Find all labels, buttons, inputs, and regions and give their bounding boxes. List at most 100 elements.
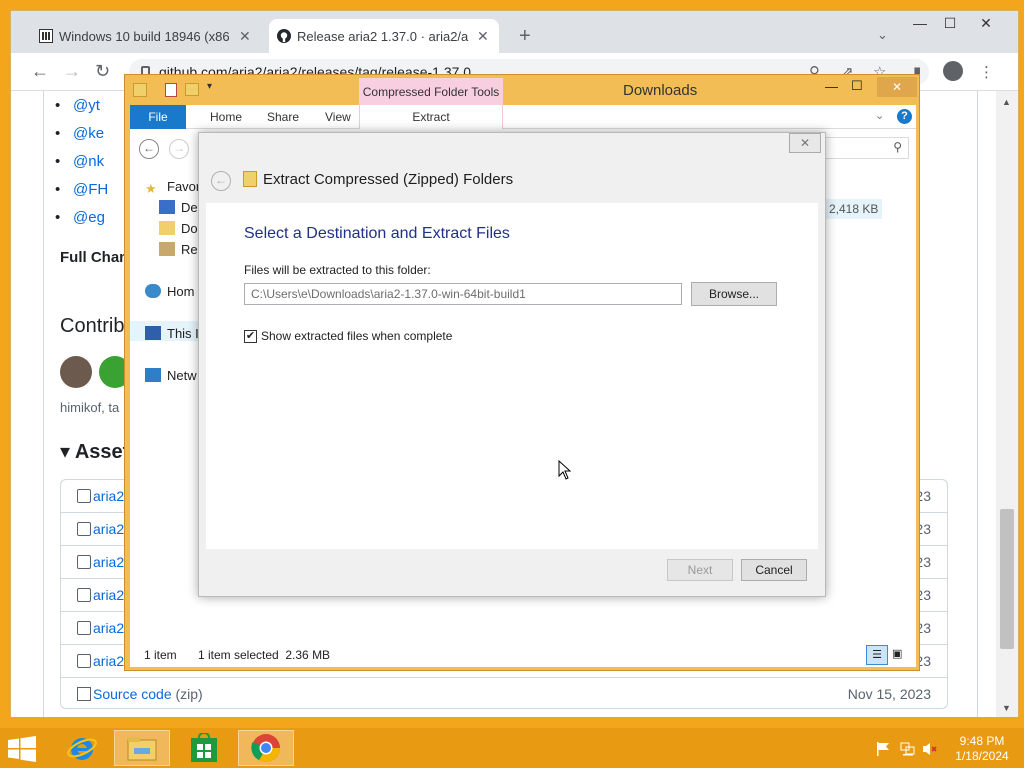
nav-label: Favor — [167, 179, 201, 194]
properties-icon[interactable] — [165, 83, 177, 97]
back-arrow-icon[interactable]: ← — [139, 139, 159, 159]
package-icon — [77, 621, 91, 635]
expand-ribbon-chevron-icon[interactable]: ⌄ — [875, 109, 884, 122]
forward-arrow-icon[interactable]: → — [63, 61, 81, 82]
maximize-button[interactable]: ☐ — [933, 11, 967, 35]
forward-arrow-icon[interactable]: → — [169, 139, 189, 159]
network-icon — [145, 368, 161, 382]
next-button[interactable]: Next — [667, 559, 733, 581]
computer-icon — [145, 326, 161, 340]
tab-view[interactable]: View — [315, 105, 361, 129]
dialog-content: Select a Destination and Extract Files F… — [206, 203, 818, 549]
asset-link[interactable]: aria2 — [93, 554, 124, 570]
window-title: Downloads — [623, 82, 698, 99]
asset-link[interactable]: aria2 — [93, 488, 124, 504]
tab-extract[interactable]: Extract — [359, 105, 503, 129]
contributor-link[interactable]: @FH — [55, 181, 108, 198]
browse-button[interactable]: Browse... — [691, 282, 777, 306]
scroll-up-icon[interactable]: ▲ — [1002, 97, 1011, 107]
contributor-avatar[interactable] — [60, 356, 92, 388]
asset-link[interactable]: Source code (zip) — [93, 686, 203, 702]
status-bar: 1 item 1 item selected 2.36 MB ☰ ▣ — [130, 643, 916, 667]
search-icon[interactable]: ⚲ — [893, 140, 902, 154]
back-arrow-icon[interactable]: ← — [211, 171, 231, 191]
internet-explorer-icon[interactable] — [54, 730, 110, 766]
windows-start-icon[interactable] — [8, 736, 38, 762]
downloads-folder-icon — [159, 221, 175, 235]
contributors-names: himikof, ta — [60, 400, 120, 415]
minimize-button[interactable]: — — [903, 11, 937, 35]
tab-home[interactable]: Home — [200, 105, 252, 129]
file-explorer-icon[interactable] — [114, 730, 170, 766]
clock-date: 1/18/2024 — [955, 749, 1009, 763]
selection-info: 1 item selected 2.36 MB — [198, 648, 331, 662]
nav-favorites[interactable]: ★ Favor — [145, 179, 201, 196]
file-zip-icon — [77, 687, 91, 701]
assets-heading[interactable]: ▾ Asset — [60, 439, 129, 464]
large-icons-view-icon[interactable]: ▣ — [892, 647, 902, 660]
chrome-tab-bar: Windows 10 build 18946 (x86 an ✕ Release… — [11, 11, 1018, 53]
desktop-icon — [159, 200, 175, 214]
scroll-thumb[interactable] — [1000, 509, 1014, 649]
tab-windows10-build[interactable]: Windows 10 build 18946 (x86 an ✕ — [31, 19, 261, 53]
tab-aria2-release[interactable]: Release aria2 1.37.0 · aria2/aria2 ✕ — [269, 19, 499, 53]
show-files-label[interactable]: Show extracted files when complete — [261, 329, 452, 343]
tab-search-chevron-icon[interactable]: ⌄ — [877, 27, 888, 43]
minimize-button[interactable]: — — [825, 79, 838, 94]
tab-share[interactable]: Share — [257, 105, 309, 129]
page-scrollbar[interactable]: ▲ ▼ — [996, 91, 1018, 717]
archive-favicon-icon — [39, 29, 53, 43]
maximize-button[interactable]: ☐ — [851, 78, 863, 94]
asset-link[interactable]: aria2 — [93, 653, 124, 669]
reload-icon[interactable]: ↻ — [95, 61, 110, 82]
show-files-checkbox[interactable]: ✔ — [244, 330, 257, 343]
zipped-folder-icon — [243, 171, 257, 187]
chrome-icon[interactable] — [238, 730, 294, 766]
close-tab-icon[interactable]: ✕ — [477, 28, 489, 45]
contributor-link[interactable]: @eg — [55, 209, 105, 226]
store-icon[interactable] — [176, 730, 232, 766]
nav-label: Hom — [167, 284, 195, 299]
details-view-icon[interactable]: ☰ — [866, 645, 888, 665]
contributor-link[interactable]: @nk — [55, 153, 104, 170]
tab-file[interactable]: File — [130, 105, 186, 129]
item-count: 1 item — [144, 648, 177, 662]
nav-network[interactable]: Netw — [145, 368, 197, 383]
new-tab-button[interactable]: + — [519, 25, 531, 48]
package-icon — [77, 555, 91, 569]
volume-muted-icon[interactable] — [922, 742, 937, 755]
asset-link[interactable]: aria2 — [93, 521, 124, 537]
action-center-flag-icon[interactable] — [876, 742, 890, 756]
close-tab-icon[interactable]: ✕ — [239, 28, 251, 45]
help-icon[interactable]: ? — [897, 109, 912, 124]
close-button[interactable]: ✕ — [969, 11, 1003, 35]
scroll-down-icon[interactable]: ▼ — [1002, 703, 1011, 713]
nav-downloads[interactable]: Do — [159, 221, 198, 236]
asset-link[interactable]: aria2 — [93, 587, 124, 603]
network-icon[interactable] — [900, 742, 915, 756]
system-clock[interactable]: 9:48 PM 1/18/2024 — [950, 734, 1014, 764]
new-folder-icon[interactable] — [185, 83, 199, 96]
contributor-link[interactable]: @yt — [55, 97, 100, 114]
asset-link[interactable]: aria2 — [93, 620, 124, 636]
nav-homegroup[interactable]: Hom — [145, 284, 194, 299]
asset-row-source-code: Source code (zip) Nov 15, 2023 — [61, 678, 947, 711]
star-icon: ★ — [145, 181, 157, 196]
close-button[interactable]: ✕ — [877, 77, 917, 97]
cancel-button[interactable]: Cancel — [741, 559, 807, 581]
quick-access-dropdown-icon[interactable]: ▾ — [207, 81, 212, 92]
folder-icon — [133, 83, 147, 97]
profile-avatar[interactable] — [943, 61, 963, 81]
contributor-link[interactable]: @ke — [55, 125, 104, 142]
dialog-title: Extract Compressed (Zipped) Folders — [263, 171, 514, 188]
dialog-close-button[interactable]: ✕ — [789, 133, 821, 153]
extract-dialog: ✕ ← Extract Compressed (Zipped) Folders … — [198, 132, 826, 597]
github-favicon-icon — [277, 29, 291, 43]
contributors-heading: Contrib — [60, 315, 125, 337]
back-arrow-icon[interactable]: ← — [31, 61, 49, 82]
menu-kebab-icon[interactable]: ⋮ — [979, 63, 994, 81]
search-box[interactable]: ⚲ — [825, 137, 909, 159]
nav-this-pc[interactable]: This I — [145, 326, 199, 341]
taskbar: 9:48 PM 1/18/2024 — [0, 728, 1024, 768]
destination-path-input[interactable]: C:\Users\e\Downloads\aria2-1.37.0-win-64… — [244, 283, 682, 305]
